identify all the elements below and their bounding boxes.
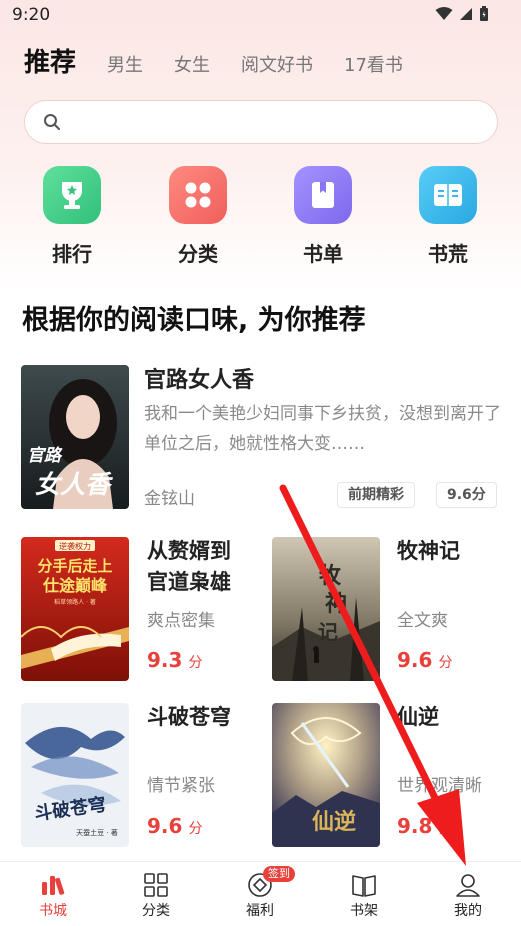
cover-author: 稻草领路人 · 著: [54, 598, 96, 606]
score-unit: 分: [188, 821, 203, 837]
score-value: 9.8: [397, 814, 433, 838]
grid-icon: [169, 166, 227, 224]
cover-title-line: 仕途巅峰: [42, 576, 108, 595]
book-title-line: 从赘婿到: [147, 539, 231, 563]
bookstore-icon: [42, 876, 65, 895]
book-score-tag: 9.6分: [436, 482, 497, 508]
status-icons: [435, 6, 489, 22]
tab-recommend[interactable]: 推荐: [24, 46, 76, 80]
book-score: 9.6 分: [147, 814, 202, 838]
book-title[interactable]: 官路女人香: [144, 362, 254, 394]
quick-entry-shortage[interactable]: 书荒: [408, 166, 488, 267]
book-score: 9.6 分: [397, 648, 452, 672]
quick-entry-label: 分类: [178, 242, 218, 266]
quick-entry-label: 排行: [52, 242, 92, 266]
book-title-line: 官道枭雄: [147, 570, 231, 594]
section-title: 根据你的阅读口味, 为你推荐: [22, 305, 366, 336]
nav-profile[interactable]: 我的: [433, 872, 503, 920]
book-tag: 爽点密集: [147, 611, 215, 631]
nav-label: 福利: [246, 903, 274, 919]
book-cover[interactable]: 逆袭权力 分手后走上 仕途巅峰 稻草领路人 · 著: [21, 537, 129, 681]
nav-bookshelf[interactable]: 书架: [329, 872, 399, 920]
score-value: 9.6: [147, 814, 183, 838]
nav-category[interactable]: 分类: [121, 872, 191, 920]
cover-title-line: 记: [318, 620, 338, 644]
search-icon: [44, 114, 60, 130]
cover-title-line: 官路: [27, 446, 63, 466]
book-description: 我和一个美艳少妇同事下乡扶贫，没想到离开了单位之后，她就性格大变……: [144, 404, 501, 454]
score-unit: 分: [188, 655, 203, 671]
book-author: 金铉山: [144, 489, 195, 509]
status-time: 9:20: [12, 5, 51, 25]
nav-label: 书架: [350, 903, 378, 919]
tab-female[interactable]: 女生: [174, 52, 210, 80]
book-title[interactable]: 斗破苍穹: [147, 702, 231, 733]
nav-label: 我的: [454, 903, 482, 919]
cover-title: 仙逆: [312, 809, 356, 835]
score-value: 9.3: [147, 648, 183, 672]
wifi-icon: [435, 7, 453, 20]
nav-welfare[interactable]: 福利 签到: [225, 866, 295, 920]
bottom-nav: 书城 分类 福利 签到 书架 我的: [0, 861, 521, 926]
trophy-icon: [43, 166, 101, 224]
open-book-icon: [419, 166, 477, 224]
book-tag: 世界观清晰: [397, 776, 482, 796]
quick-entry-booklist[interactable]: 书单: [283, 166, 363, 267]
book-title[interactable]: 仙逆: [397, 702, 439, 733]
book-score: 9.8 分: [397, 814, 452, 838]
nav-label: 分类: [142, 903, 170, 919]
tab-male[interactable]: 男生: [107, 52, 143, 80]
book-title[interactable]: 牧神记: [397, 536, 460, 567]
score-value: 9.6: [397, 648, 433, 672]
search-input[interactable]: [73, 111, 473, 133]
cover-title-line: 分手后走上: [37, 557, 112, 575]
tab-yuewen[interactable]: 阅文好书: [241, 52, 313, 80]
score-unit: 分: [438, 655, 453, 671]
book-cover[interactable]: 官路 女人香: [21, 365, 129, 509]
book-title[interactable]: 从赘婿到 官道枭雄: [147, 536, 231, 598]
book-icon: [294, 166, 352, 224]
profile-icon: [456, 874, 480, 897]
score-unit: 分: [438, 821, 453, 837]
quick-entry-label: 书单: [303, 242, 343, 266]
cover-badge: 逆袭权力: [59, 541, 91, 551]
cover-title-line: 牧: [319, 563, 342, 589]
book-tag: 情节紧张: [147, 776, 215, 796]
cover-author: 天蚕土豆 · 著: [76, 828, 118, 837]
quick-entry-category[interactable]: 分类: [158, 166, 238, 267]
book-cover[interactable]: 牧 神 记: [272, 537, 380, 681]
book-tag: 前期精彩: [337, 482, 415, 508]
nav-label: 书城: [39, 903, 67, 919]
book-tag: 全文爽: [397, 611, 448, 631]
book-cover[interactable]: 斗破苍穹 天蚕土豆 · 著: [21, 703, 129, 847]
cover-title-line: 女人香: [35, 470, 113, 499]
checkin-badge: 签到: [263, 866, 295, 882]
cover-title-line: 神: [325, 591, 347, 617]
nav-bookstore[interactable]: 书城: [18, 872, 88, 920]
quick-entry-label: 书荒: [428, 242, 468, 266]
category-icon: [144, 873, 168, 897]
battery-icon: [480, 6, 488, 21]
book-cover[interactable]: 仙逆: [272, 703, 380, 847]
top-tabs: 推荐 男生 女生 阅文好书 17看书: [24, 46, 434, 80]
bookshelf-icon: [352, 875, 376, 897]
quick-entry-ranking[interactable]: 排行: [32, 166, 112, 267]
signal-icon: [460, 8, 472, 20]
book-score: 9.3 分: [147, 648, 202, 672]
tab-17kan[interactable]: 17看书: [344, 52, 403, 80]
search-bar[interactable]: [24, 100, 498, 144]
